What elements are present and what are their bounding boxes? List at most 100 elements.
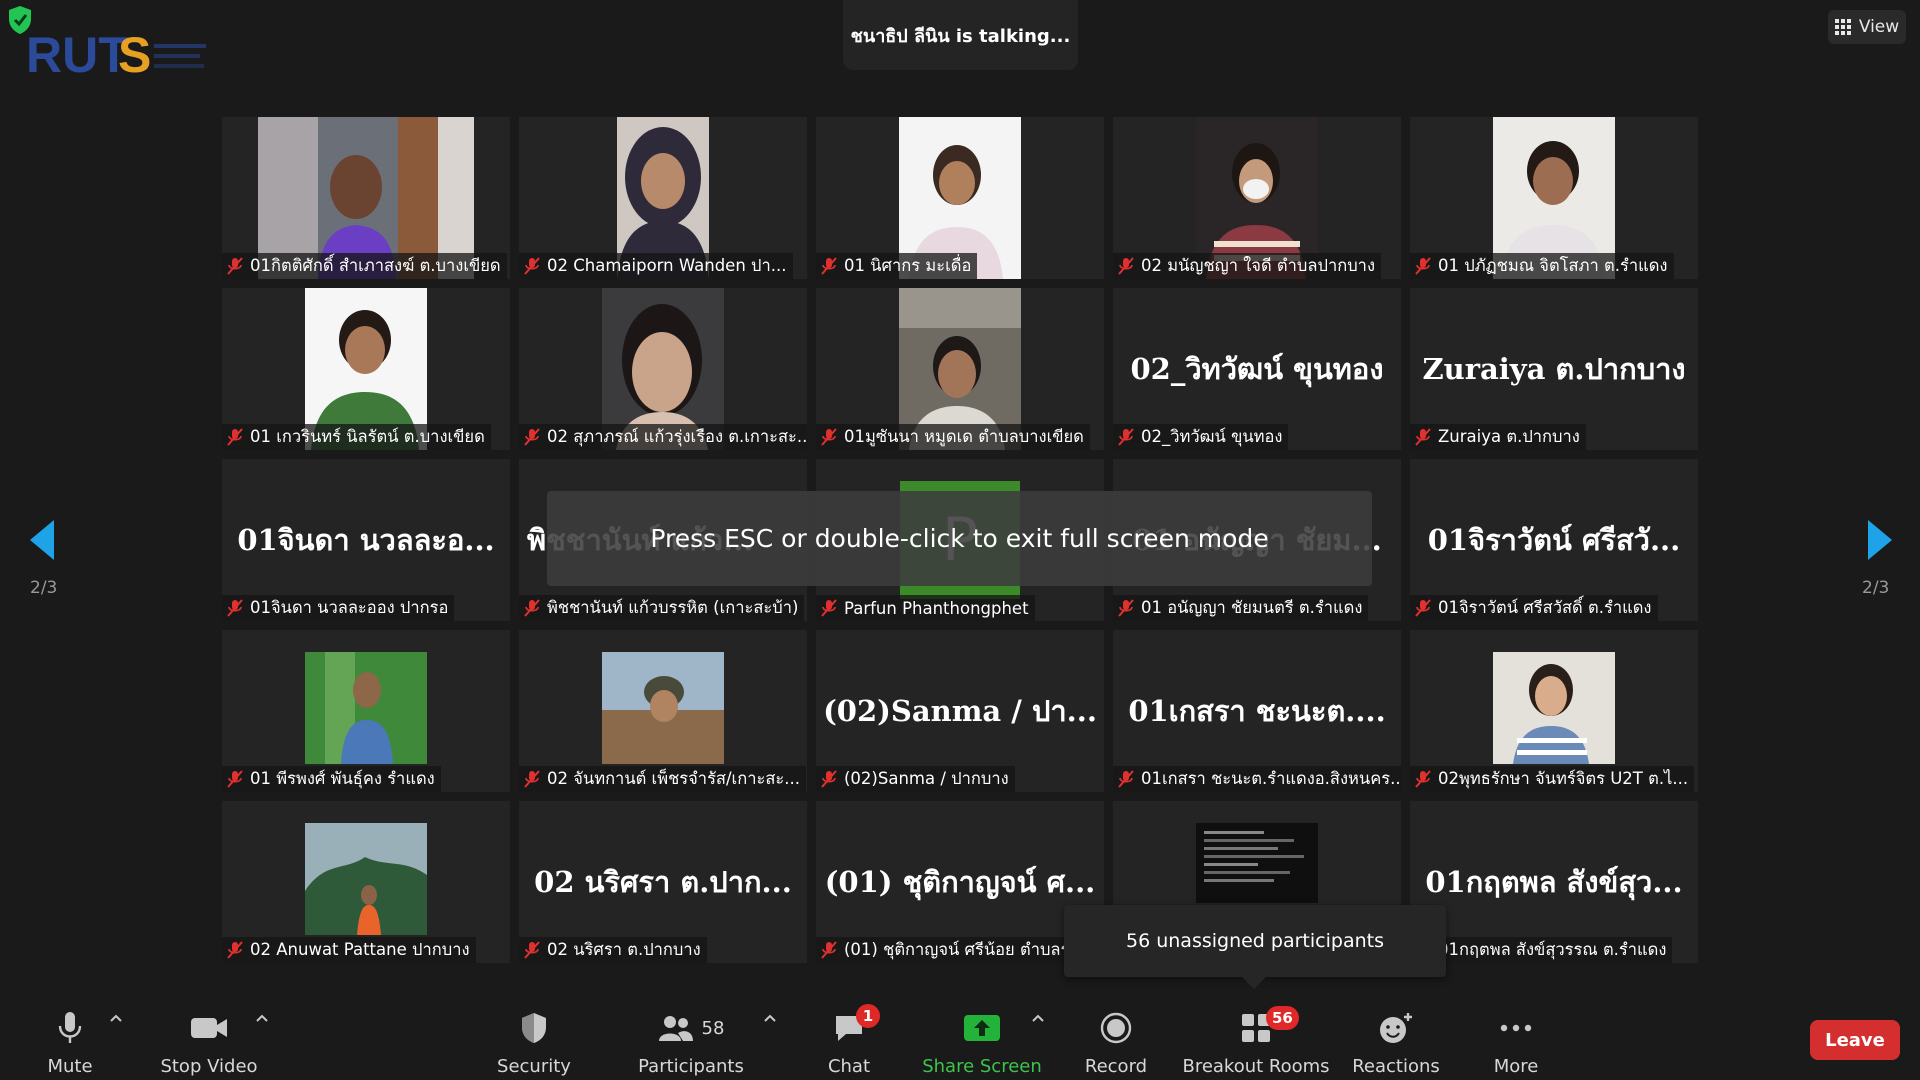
- mic-muted-icon: [227, 770, 243, 788]
- mic-muted-icon: [227, 941, 243, 959]
- leave-button[interactable]: Leave: [1810, 1020, 1900, 1060]
- breakout-rooms-button[interactable]: 56 Breakout Rooms: [1182, 990, 1330, 1080]
- mic-muted-icon: [821, 428, 837, 446]
- participant-nameplate: 02พุทธรักษา จันทร์จิตร U2T ต.ไ...: [1410, 766, 1695, 792]
- more-ellipsis-icon: [1500, 1024, 1532, 1032]
- svg-text:S: S: [118, 27, 151, 80]
- participant-tile[interactable]: (01) ชุติกาญจน์ ศ... (01) ชุติกาญจน์ ศรี…: [816, 801, 1104, 963]
- previous-page-arrow-icon[interactable]: [28, 518, 56, 562]
- mic-muted-icon: [524, 599, 540, 617]
- participant-nameplate: (02)Sanma / ปากบาง: [816, 766, 1015, 792]
- video-camera-icon: [191, 1018, 227, 1038]
- tooltip-text: 56 unassigned participants: [1126, 930, 1384, 952]
- view-button[interactable]: View: [1828, 10, 1906, 44]
- mute-button[interactable]: Mute: [40, 990, 100, 1080]
- mic-muted-icon: [524, 770, 540, 788]
- page-indicator-left: 2/3: [30, 578, 58, 598]
- participant-nameplate: 01 นิศากร มะเดื่อ: [816, 253, 978, 279]
- record-button[interactable]: Record: [1082, 990, 1150, 1080]
- participant-nameplate: Zuraiya ต.ปากบาง: [1410, 424, 1586, 450]
- video-options-caret-icon[interactable]: [254, 1012, 270, 1024]
- participant-name: 02พุทธรักษา จันทร์จิตร U2T ต.ไ...: [1438, 769, 1689, 788]
- stop-video-label: Stop Video: [160, 1056, 258, 1077]
- participant-tile[interactable]: (02)Sanma / ปา... (02)Sanma / ปากบาง: [816, 630, 1104, 792]
- participant-name: Zuraiya ต.ปากบาง: [1438, 427, 1580, 446]
- page-indicator-right: 2/3: [1862, 578, 1890, 598]
- participant-nameplate: 01 อนัญญา ชัยมนตรี ต.รำแดง: [1113, 595, 1369, 621]
- mic-muted-icon: [524, 428, 540, 446]
- participant-tile[interactable]: 01จิราวัตน์ ศรีสวั... 01จิราวัตน์ ศรีสวั…: [1410, 459, 1698, 621]
- participant-name: 01 พีรพงศ์ พันธุ์คง รำแดง: [250, 769, 435, 788]
- svg-text:RUT: RUT: [26, 27, 129, 80]
- participants-options-caret-icon[interactable]: [762, 1012, 778, 1024]
- participant-nameplate: 02 มนัญชญา ใจดี ตำบลปากบาง: [1113, 253, 1381, 279]
- mic-muted-icon: [1118, 770, 1134, 788]
- more-button[interactable]: More: [1488, 990, 1544, 1080]
- participant-nameplate: 02 นริศรา ต.ปากบาง: [519, 937, 707, 963]
- chat-button[interactable]: 1 Chat: [820, 990, 880, 1080]
- participant-tile[interactable]: 01กิตติศักดิ์ สำเภาสงฆ์ ต.บางเขียด: [222, 117, 510, 279]
- participant-tile[interactable]: 02 นริศรา ต.ปาก... 02 นริศรา ต.ปากบาง: [519, 801, 807, 963]
- participant-tile[interactable]: 02 มนัญชญา ใจดี ตำบลปากบาง: [1113, 117, 1401, 279]
- participant-nameplate: 01 พีรพงศ์ พันธุ์คง รำแดง: [222, 766, 441, 792]
- encryption-shield-icon[interactable]: [6, 4, 34, 36]
- participant-name: พิชชานันท์ แก้วบรรหิต (เกาะสะบ้า): [547, 598, 799, 617]
- participant-nameplate: 01เกสรา ชะนะต.รำแดงอ.สิงหนคร...: [1113, 766, 1401, 792]
- chat-label: Chat: [827, 1056, 871, 1077]
- mic-muted-icon: [821, 770, 837, 788]
- participant-tile[interactable]: 02พุทธรักษา จันทร์จิตร U2T ต.ไ...: [1410, 630, 1698, 792]
- security-shield-icon: [522, 1013, 546, 1043]
- participant-nameplate: 01จินดา นวลละออง ปากรอ: [222, 595, 455, 621]
- security-label: Security: [497, 1056, 571, 1077]
- participant-name: 01 อนัญญา ชัยมนตรี ต.รำแดง: [1141, 598, 1363, 617]
- participant-tile[interactable]: 01จินดา นวลละอ... 01จินดา นวลละออง ปากรอ: [222, 459, 510, 621]
- mic-muted-icon: [1118, 257, 1134, 275]
- share-screen-button[interactable]: Share Screen: [922, 990, 1042, 1080]
- mic-muted-icon: [821, 257, 837, 275]
- microphone-icon: [58, 1012, 82, 1043]
- participant-nameplate: 02 Anuwat Pattane ปากบาง: [222, 937, 476, 963]
- mic-muted-icon: [1415, 770, 1431, 788]
- participant-tile[interactable]: 01 พีรพงศ์ พันธุ์คง รำแดง: [222, 630, 510, 792]
- fullscreen-exit-hint: Press ESC or double-click to exit full s…: [547, 491, 1372, 586]
- participant-tile[interactable]: 02 สุภาภรณ์ แก้วรุ่งเรือง ต.เกาะสะ...: [519, 288, 807, 450]
- reactions-smiley-icon: [1380, 1013, 1412, 1043]
- participant-nameplate: 01กฤตพล สังข์สุวรรณ ต.รำแดง: [1410, 937, 1673, 963]
- mic-muted-icon: [821, 599, 837, 617]
- fullscreen-exit-hint-text: Press ESC or double-click to exit full s…: [650, 524, 1269, 553]
- meeting-toolbar: Mute Stop Video Security 58 Participants…: [0, 990, 1920, 1080]
- next-page-arrow-icon[interactable]: [1866, 518, 1894, 562]
- participant-tile[interactable]: 02_วิทวัฒน์ ขุนทอง 02_วิทวัฒน์ ขุนทอง: [1113, 288, 1401, 450]
- participants-button[interactable]: 58 Participants: [638, 990, 744, 1080]
- participant-nameplate: 01จิราวัตน์ ศรีสวัสดิ์ ต.รำแดง: [1410, 595, 1658, 621]
- reactions-button[interactable]: Reactions: [1352, 990, 1440, 1080]
- participant-nameplate: 01 เกวรินทร์ นิลรัตน์ ต.บางเขียด: [222, 424, 491, 450]
- share-screen-label: Share Screen: [922, 1056, 1042, 1077]
- participant-tile[interactable]: 01เกสรา ชะนะต.... 01เกสรา ชะนะต.รำแดงอ.ส…: [1113, 630, 1401, 792]
- tooltip-pointer: [1242, 977, 1266, 989]
- audio-options-caret-icon[interactable]: [108, 1012, 124, 1024]
- share-options-caret-icon[interactable]: [1030, 1012, 1046, 1024]
- participant-name: 02 สุภาภรณ์ แก้วรุ่งเรือง ต.เกาะสะ...: [547, 427, 807, 446]
- participant-nameplate: 01 ปภัฏชมณ จิตโสภา ต.รำแดง: [1410, 253, 1674, 279]
- participant-name: 02 นริศรา ต.ปากบาง: [547, 940, 701, 959]
- mic-muted-icon: [821, 941, 837, 959]
- participant-tile[interactable]: 01กฤตพล สังข์สุว... 01กฤตพล สังข์สุวรรณ …: [1410, 801, 1698, 963]
- participant-tile[interactable]: 01 นิศากร มะเดื่อ: [816, 117, 1104, 279]
- participant-tile[interactable]: 02 Anuwat Pattane ปากบาง: [222, 801, 510, 963]
- participant-tile[interactable]: 01 ปภัฏชมณ จิตโสภา ต.รำแดง: [1410, 117, 1698, 279]
- security-button[interactable]: Security: [496, 990, 572, 1080]
- participant-tile[interactable]: 02 จันทกานต์ เพ็ชรจำรัส/เกาะสะ...: [519, 630, 807, 792]
- participant-tile[interactable]: 02 Chamaiporn Wanden ปา...: [519, 117, 807, 279]
- participant-tile[interactable]: Zuraiya ต.ปากบาง Zuraiya ต.ปากบาง: [1410, 288, 1698, 450]
- participant-name: 01 นิศากร มะเดื่อ: [844, 256, 972, 275]
- reactions-label: Reactions: [1352, 1056, 1440, 1077]
- meeting-window: RUT S ชนาธิป ลีนิน is talking... View 2/…: [0, 0, 1920, 1080]
- participant-tile[interactable]: 01มูซันนา หมูดเด ตำบลบางเขียด: [816, 288, 1104, 450]
- stop-video-button[interactable]: Stop Video: [160, 990, 258, 1080]
- participant-tile[interactable]: 01 เกวรินทร์ นิลรัตน์ ต.บางเขียด: [222, 288, 510, 450]
- active-speaker-banner: ชนาธิป ลีนิน is talking...: [843, 0, 1078, 70]
- participant-name: 02_วิทวัฒน์ ขุนทอง: [1141, 427, 1283, 446]
- rutas-logo: RUT S: [26, 27, 206, 80]
- breakout-unassigned-badge: 56: [1266, 1006, 1299, 1030]
